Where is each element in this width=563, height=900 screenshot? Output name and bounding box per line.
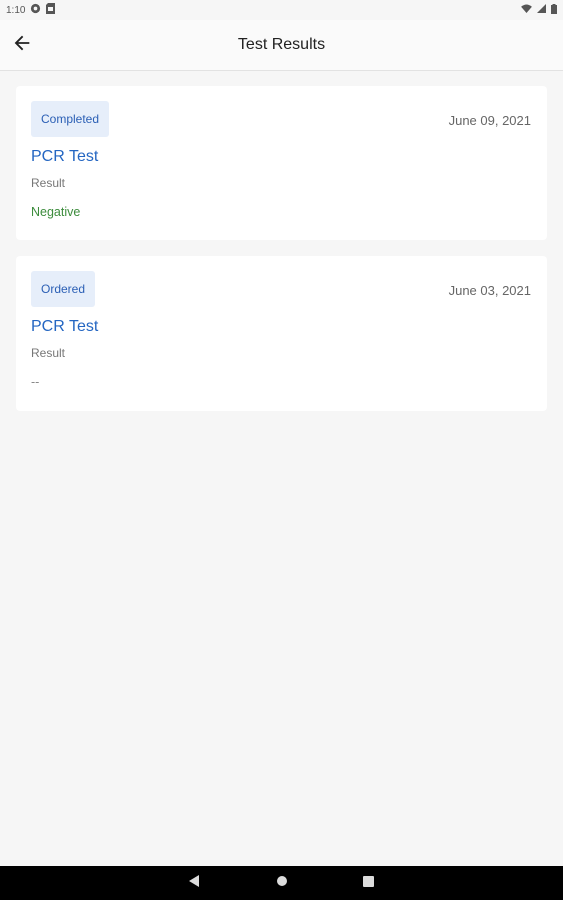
back-triangle-icon [189, 874, 201, 892]
result-label: Result [31, 346, 66, 360]
result-label: Result [31, 176, 66, 190]
test-date: June 03, 2021 [448, 283, 531, 298]
test-result-card[interactable]: Completed June 09, 2021 PCR Test Result … [16, 86, 547, 240]
status-right [521, 3, 557, 17]
nav-recents-button[interactable] [363, 874, 374, 892]
recents-square-icon [363, 874, 374, 892]
system-nav-bar [0, 866, 563, 900]
settings-status-icon [30, 3, 41, 17]
nav-back-button[interactable] [189, 874, 201, 892]
test-date: June 09, 2021 [448, 113, 531, 128]
test-name: PCR Test [31, 318, 99, 335]
page-title: Test Results [237, 36, 326, 53]
arrow-left-icon [11, 32, 33, 59]
battery-icon [551, 3, 557, 17]
status-left: 1:10 [6, 3, 56, 17]
signal-icon [537, 4, 546, 16]
status-badge: Completed [31, 101, 110, 137]
wifi-icon [521, 4, 532, 16]
sim-card-icon [46, 3, 56, 17]
status-badge: Ordered [31, 271, 96, 307]
status-time: 1:10 [6, 4, 26, 16]
test-name: PCR Test [31, 148, 99, 165]
status-bar: 1:10 [0, 0, 563, 20]
result-value: -- [31, 375, 40, 389]
nav-home-button[interactable] [276, 874, 288, 892]
result-value: Negative [31, 205, 81, 219]
test-result-card[interactable]: Ordered June 03, 2021 PCR Test Result -- [16, 256, 547, 411]
app-bar: Test Results [0, 20, 563, 71]
back-button[interactable] [8, 31, 36, 59]
home-circle-icon [276, 874, 288, 892]
